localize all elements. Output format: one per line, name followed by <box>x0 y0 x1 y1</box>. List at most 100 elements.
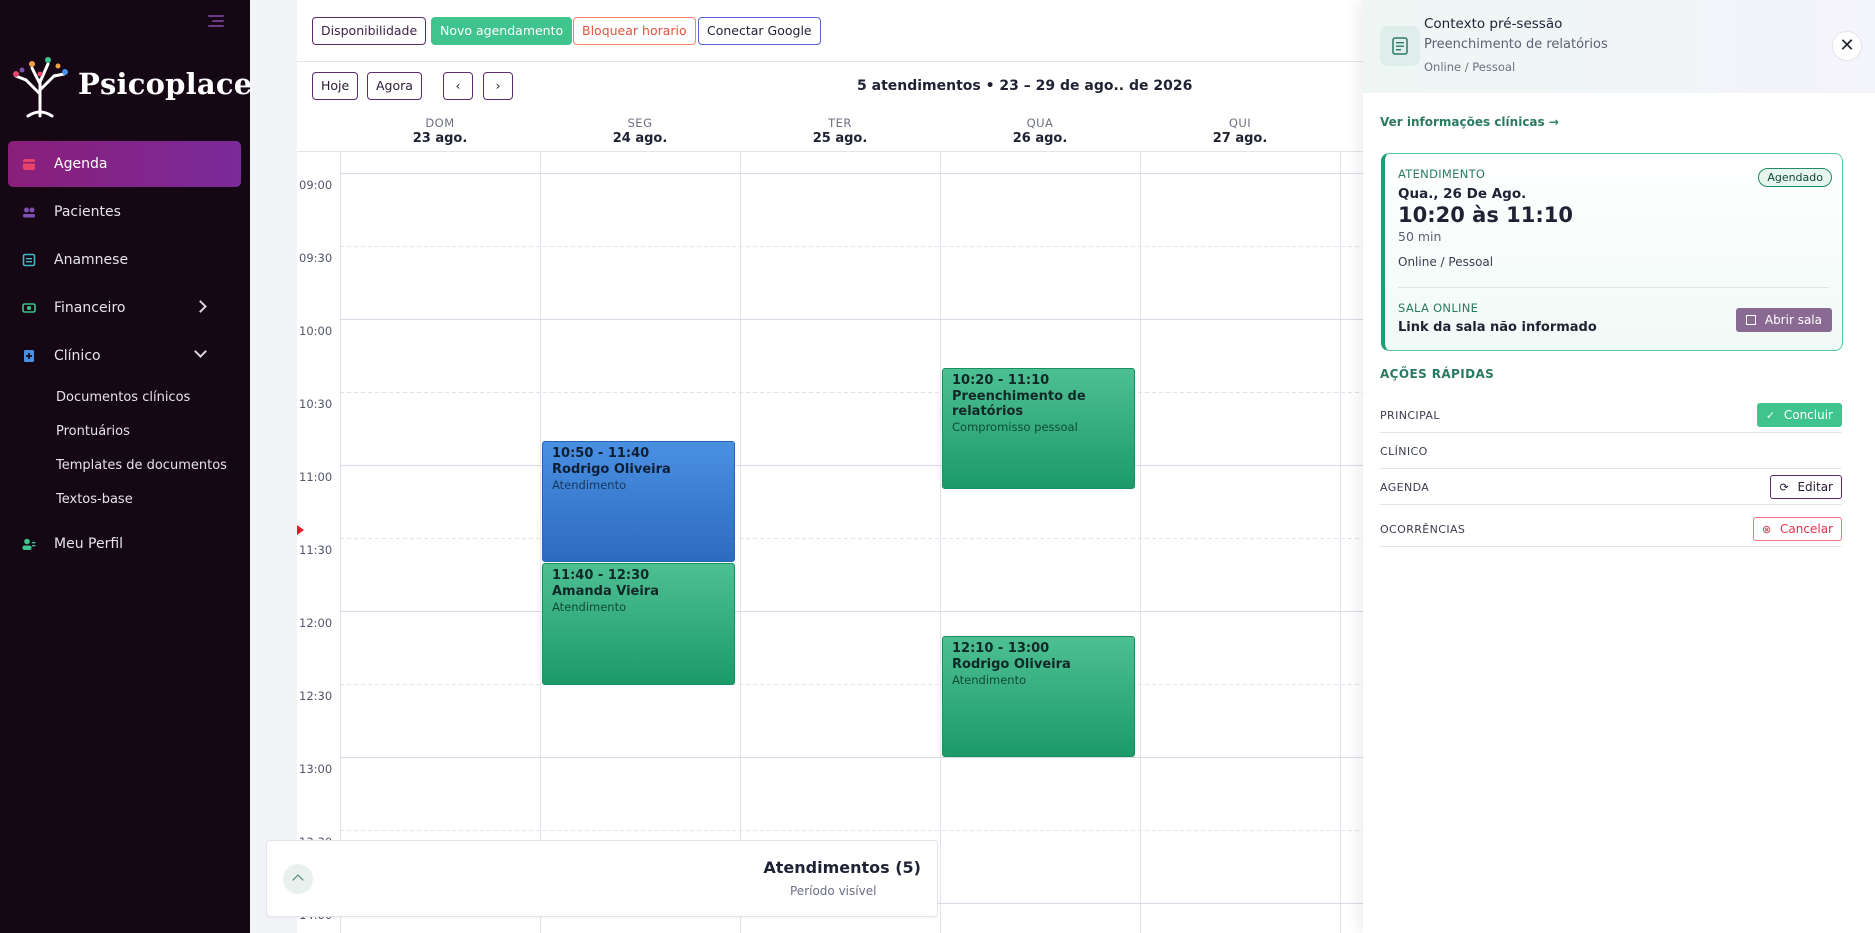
agora-button[interactable]: Agora <box>367 72 422 100</box>
sidebar-subitem-textos-base[interactable]: Textos-base <box>56 483 241 517</box>
sidebar-item-meu-perfil[interactable]: Meu Perfil <box>8 521 241 567</box>
time-label: 10:00 <box>299 324 333 338</box>
day-date: 26 ago. <box>1012 131 1068 146</box>
time-label: 09:30 <box>299 251 333 265</box>
cancelar-button[interactable]: ⊗ Cancelar <box>1753 517 1842 541</box>
pre-session-panel: Contexto pré-sessão Preenchimento de rel… <box>1363 0 1875 933</box>
panel-header: Contexto pré-sessão Preenchimento de rel… <box>1363 0 1875 93</box>
abrir-sala-button[interactable]: Abrir sala <box>1735 308 1832 332</box>
calendar-icon <box>23 159 35 170</box>
sidebar-item-pacientes[interactable]: Pacientes <box>8 189 241 235</box>
sidebar-item-label: Clínico <box>54 348 101 364</box>
disponibilidade-button[interactable]: Disponibilidade <box>312 17 427 45</box>
novo-agendamento-button[interactable]: Novo agendamento <box>431 17 573 45</box>
close-icon[interactable]: ✕ <box>1832 31 1862 61</box>
menu-toggle-icon[interactable] <box>208 15 224 29</box>
sidebar-item-label: Meu Perfil <box>54 536 124 552</box>
time-label: 13:00 <box>299 762 333 776</box>
sidebar-subitem-documentos[interactable]: Documentos clínicos <box>56 381 241 415</box>
time-label: 11:30 <box>299 543 333 557</box>
event-time: 10:20 - 11:10 <box>952 373 1050 388</box>
day-of-week: QUI <box>1228 116 1252 130</box>
tree-logo-icon <box>13 57 68 118</box>
time-label: 09:00 <box>299 178 333 192</box>
quick-action-label: PRINCIPAL <box>1380 409 1440 422</box>
event-type: Compromisso pessoal <box>952 420 1078 434</box>
event-title: Rodrigo Oliveira <box>952 657 1071 672</box>
chevron-down-icon <box>194 345 207 358</box>
editar-label: Editar <box>1797 480 1833 494</box>
sidebar-item-agenda[interactable]: Agenda <box>8 141 241 187</box>
conectar-google-button[interactable]: Conectar Google <box>698 17 821 45</box>
day-header[interactable]: QUA 26 ago. <box>940 116 1140 146</box>
editar-button[interactable]: ⟳ Editar <box>1770 475 1842 499</box>
refresh-icon: ⟳ <box>1779 481 1789 494</box>
brand-name: Psicoplace <box>78 67 253 101</box>
column-divider <box>540 152 541 933</box>
document-list-icon <box>1380 26 1420 66</box>
event-title: Preenchimento de relatórios <box>952 389 1086 419</box>
sidebar-item-anamnese[interactable]: Anamnese <box>8 237 241 283</box>
day-header[interactable]: QUI 27 ago. <box>1140 116 1340 146</box>
week-range-summary: 5 atendimentos • 23 – 29 de ago.. de 202… <box>857 78 1193 94</box>
quick-action-row: CLÍNICO <box>1380 433 1842 469</box>
chevron-up-icon[interactable] <box>283 864 313 894</box>
quick-action-row: PRINCIPAL ✓ Concluir <box>1380 397 1842 433</box>
event-block-selected[interactable]: 10:20 - 11:10 Preenchimento de relatório… <box>942 368 1135 489</box>
card-divider <box>1398 287 1829 288</box>
panel-title: Contexto pré-sessão <box>1424 16 1563 32</box>
appointment-time: 10:20 às 11:10 <box>1398 203 1573 227</box>
sidebar-item-label: Pacientes <box>54 204 121 220</box>
panel-mode: Online / Pessoal <box>1424 60 1516 74</box>
day-of-week: TER <box>828 116 852 130</box>
sidebar-item-clinico[interactable]: Clínico <box>8 333 241 379</box>
appointments-list-panel: Atendimentos (5) Período visível <box>266 840 938 917</box>
day-header[interactable]: TER 25 ago. <box>740 116 940 146</box>
event-block[interactable]: 11:40 - 12:30 Amanda Vieira Atendimento <box>542 563 735 685</box>
sidebar-subitem-templates[interactable]: Templates de documentos <box>56 449 241 483</box>
column-divider <box>940 152 941 933</box>
sidebar-subitem-prontuarios[interactable]: Prontuários <box>56 415 241 449</box>
event-type: Atendimento <box>552 478 627 492</box>
event-time: 10:50 - 11:40 <box>552 446 650 461</box>
quick-actions-title: AÇÕES RÁPIDAS <box>1380 367 1495 381</box>
medical-icon <box>24 350 34 362</box>
appointment-date: Qua., 26 De Ago. <box>1398 186 1527 202</box>
sidebar: Psicoplace Agenda Pacientes Anamnese Fin… <box>0 0 252 933</box>
clinico-submenu: Documentos clínicos Prontuários Template… <box>8 381 241 517</box>
concluir-label: Concluir <box>1783 408 1833 422</box>
column-divider <box>1140 152 1141 933</box>
day-date: 23 ago. <box>412 131 468 146</box>
day-date: 25 ago. <box>812 131 868 146</box>
sidebar-item-financeiro[interactable]: Financeiro <box>8 285 241 331</box>
user-icon <box>22 538 36 550</box>
appointment-card: ATENDIMENTO Agendado Qua., 26 De Ago. 10… <box>1381 153 1843 351</box>
next-week-button[interactable]: › <box>483 72 513 100</box>
event-block[interactable]: 12:10 - 13:00 Rodrigo Oliveira Atendimen… <box>942 636 1135 757</box>
status-badge: Agendado <box>1758 168 1832 187</box>
column-divider <box>1340 152 1341 933</box>
day-header[interactable]: DOM 23 ago. <box>340 116 540 146</box>
quick-action-label: AGENDA <box>1380 481 1430 494</box>
event-block[interactable]: 10:50 - 11:40 Rodrigo Oliveira Atendimen… <box>542 441 735 562</box>
day-header[interactable]: SEG 24 ago. <box>540 116 740 146</box>
brand-logo[interactable]: Psicoplace <box>8 50 252 118</box>
day-of-week: DOM <box>425 116 455 130</box>
day-date: 27 ago. <box>1212 131 1268 146</box>
event-time: 11:40 - 12:30 <box>552 568 650 583</box>
quick-action-row: AGENDA ⟳ Editar <box>1380 469 1842 505</box>
appointment-duration: 50 min <box>1398 229 1442 244</box>
event-type: Atendimento <box>952 673 1027 687</box>
hoje-button[interactable]: Hoje <box>312 72 359 100</box>
quick-action-label: CLÍNICO <box>1380 445 1428 458</box>
card-label: ATENDIMENTO <box>1398 167 1486 181</box>
prev-week-button[interactable]: ‹ <box>443 72 473 100</box>
time-label: 10:30 <box>299 397 333 411</box>
concluir-button[interactable]: ✓ Concluir <box>1756 403 1842 427</box>
day-date: 24 ago. <box>612 131 668 146</box>
sidebar-item-label: Anamnese <box>54 252 129 268</box>
clinical-info-link[interactable]: Ver informações clínicas → <box>1380 115 1559 129</box>
event-title: Amanda Vieira <box>552 584 659 599</box>
bloquear-horario-button[interactable]: Bloquear horario <box>573 17 696 45</box>
sidebar-item-label: Financeiro <box>54 300 126 316</box>
